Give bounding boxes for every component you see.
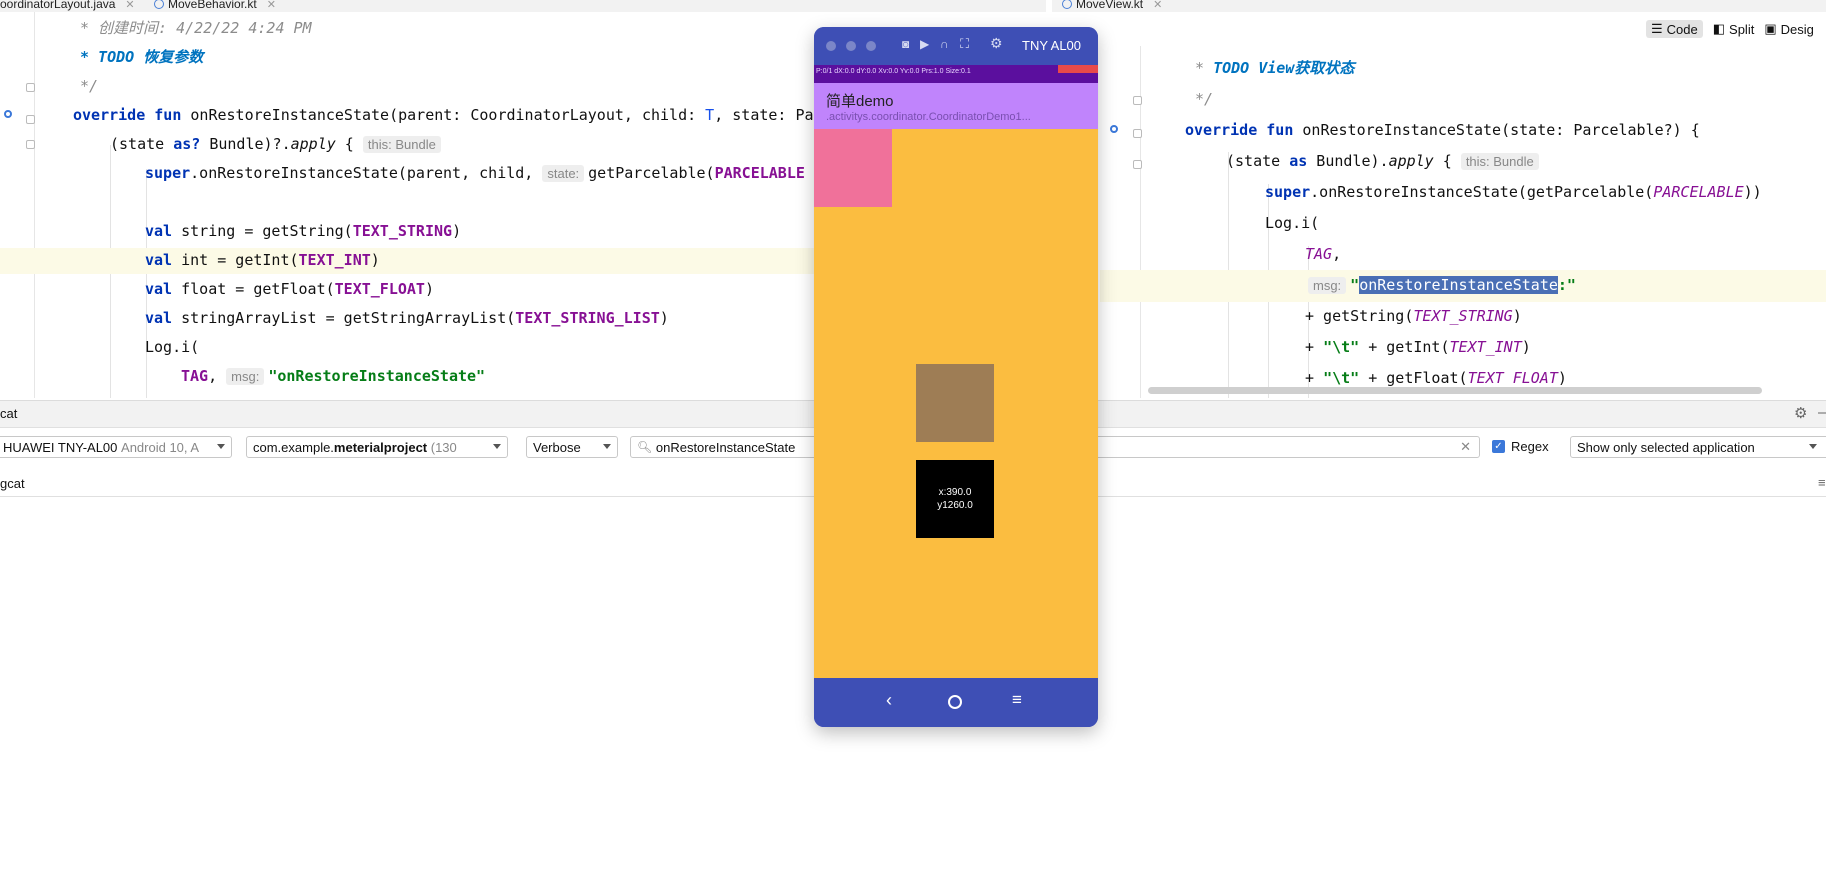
code-line: Log.i( (145, 338, 200, 356)
code-line: */ (80, 77, 99, 95)
code-line: * 创建时间: 4/22/22 4:24 PM (80, 19, 312, 37)
panel-title: cat (0, 406, 18, 421)
code-line: * TODO 恢复参数 (80, 48, 204, 66)
coordinator-content[interactable]: x:390.0 y1260.0 (814, 129, 1098, 678)
app-bar: 简单demo .activitys.coordinator.Coordinato… (814, 83, 1098, 129)
override-marker-icon[interactable] (1110, 125, 1118, 133)
design-mode-icon: ▣ (1764, 21, 1777, 36)
code-line: (state as Bundle).apply { this: Bundle (1226, 150, 1543, 172)
horizontal-scrollbar[interactable] (1148, 387, 1762, 394)
code-line: * TODO View获取状态 (1195, 59, 1355, 77)
logcat-tab[interactable]: gcat (0, 476, 25, 491)
more-icon[interactable]: ≡ (1818, 475, 1826, 490)
code-line: + getString(TEXT_STRING) (1305, 307, 1522, 325)
clear-search-icon[interactable]: ✕ (1460, 439, 1471, 455)
package-dropdown[interactable]: com.example. meterialproject (130 (246, 436, 508, 458)
regex-checkbox[interactable]: ✓ Regex (1492, 439, 1549, 454)
inlay-hint: this: Bundle (362, 136, 441, 153)
fold-icon[interactable] (26, 115, 35, 124)
menu-icon[interactable]: ≡ (1012, 690, 1022, 710)
chevron-down-icon (217, 444, 225, 449)
inlay-hint: msg: (226, 368, 265, 385)
pointer-location-bar: P:0/1 dX:0.0 dY:0.0 Xv:0.0 Yv:0.0 Prs:1.… (814, 65, 1098, 83)
minimize-icon[interactable]: – (1818, 404, 1826, 421)
selected-text: onRestoreInstanceState (1359, 276, 1558, 294)
window-dot[interactable] (846, 41, 856, 51)
camera-icon[interactable]: ◙ (902, 37, 909, 51)
code-mode-icon: ☰ (1651, 21, 1663, 36)
draggable-black-box[interactable]: x:390.0 y1260.0 (916, 460, 994, 538)
close-icon[interactable]: ✕ (267, 0, 276, 11)
device-dropdown[interactable]: HUAWEI TNY-AL00 Android 10, A (0, 436, 232, 458)
filter-dropdown[interactable]: Show only selected application (1570, 436, 1826, 458)
headphones-icon[interactable]: ∩ (940, 37, 949, 51)
left-editor-tab-bar: oordinatorLayout.java ✕ MoveBehavior.kt ✕ (0, 0, 1046, 12)
video-icon[interactable]: ▶ (920, 37, 929, 51)
gear-icon[interactable]: ⚙ (1794, 404, 1807, 422)
code-line: + "\t" + getFloat(TEXT FLOAT) (1305, 369, 1567, 387)
device-name: TNY AL00 (1022, 38, 1082, 53)
home-icon[interactable] (948, 695, 962, 709)
coordinate-x: x:390.0 (938, 487, 972, 498)
code-line: TAG, (1305, 245, 1342, 263)
tab-coordinatorlayout-java[interactable]: oordinatorLayout.java ✕ (0, 0, 135, 12)
inlay-hint: this: Bundle (1460, 153, 1539, 170)
log-level-dropdown[interactable]: Verbose (526, 436, 618, 458)
code-line: super.onRestoreInstanceState(getParcelab… (1265, 183, 1762, 201)
code-line: msg: "onRestoreInstanceState:" (1308, 274, 1576, 296)
window-dot[interactable] (826, 41, 836, 51)
view-mode-toolbar: ☰ Code ◧ Split ▣ Desig (1646, 20, 1814, 38)
coordinate-y: y1260.0 (937, 500, 973, 511)
code-line: + "\t" + getInt(TEXT_INT) (1305, 338, 1531, 356)
tab-movebehavior-kt[interactable]: MoveBehavior.kt ✕ (154, 0, 276, 12)
code-line: val float = getFloat(TEXT_FLOAT) (145, 280, 434, 298)
tab-moveview-kt[interactable]: MoveView.kt ✕ (1062, 0, 1162, 12)
kotlin-file-icon (154, 0, 164, 9)
back-icon[interactable]: ‹ (886, 690, 892, 711)
chevron-down-icon (603, 444, 611, 449)
code-line: override fun onRestoreInstanceState(pare… (73, 106, 823, 124)
checkbox-checked-icon: ✓ (1492, 440, 1505, 453)
brown-box[interactable] (916, 364, 994, 442)
emulator-toolbar: ◙ ▶ ∩ ⛶ ⚙ TNY AL00 (814, 27, 1098, 65)
gear-icon[interactable]: ⚙ (990, 35, 1003, 52)
override-marker-icon[interactable] (4, 110, 12, 118)
code-line: val string = getString(TEXT_STRING) (145, 222, 462, 240)
chevron-down-icon (493, 444, 501, 449)
fold-icon[interactable] (1133, 129, 1142, 138)
code-line: val int = getInt(TEXT_INT) (145, 251, 380, 269)
split-mode-icon: ◧ (1712, 21, 1726, 36)
right-code-editor[interactable]: ☰ Code ◧ Split ▣ Desig * TODO View获取状态 */ o… (1100, 12, 1826, 398)
search-icon: 🔍︎ (637, 440, 653, 454)
code-line: Log.i( (1265, 214, 1320, 232)
code-line: val stringArrayList = getStringArrayList… (145, 309, 669, 327)
right-editor-tab-bar: MoveView.kt ✕ (1052, 0, 1826, 12)
app-title: 简单demo (826, 93, 894, 110)
fullscreen-icon[interactable]: ⛶ (960, 36, 969, 52)
close-icon[interactable]: ✕ (1153, 0, 1162, 11)
window-dot[interactable] (866, 41, 876, 51)
app-subtitle: .activitys.coordinator.CoordinatorDemo1.… (826, 111, 1031, 123)
emulator-window: ◙ ▶ ∩ ⛶ ⚙ TNY AL00 P:0/1 dX:0.0 dY:0.0 X… (814, 27, 1098, 727)
navigation-bar: ‹ ≡ (814, 678, 1098, 727)
code-line: (state as? Bundle)?.apply { this: Bundle (110, 133, 445, 155)
inlay-hint: msg: (1308, 277, 1347, 294)
inlay-hint: state: (542, 165, 585, 182)
code-line: super.onRestoreInstanceState(parent, chi… (145, 164, 805, 182)
fold-icon[interactable] (1133, 96, 1142, 105)
fold-icon[interactable] (1133, 160, 1142, 169)
split-mode-button[interactable]: ◧ Split (1713, 20, 1755, 38)
pink-box[interactable] (814, 129, 892, 207)
kotlin-file-icon (1062, 0, 1072, 9)
design-mode-button[interactable]: ▣ Desig (1764, 20, 1814, 38)
code-line: override fun onRestoreInstanceState(stat… (1185, 121, 1700, 139)
code-line: */ (1195, 90, 1214, 108)
chevron-down-icon (1809, 444, 1817, 449)
code-line: TAG, msg: "onRestoreInstanceState" (181, 367, 486, 385)
close-icon[interactable]: ✕ (125, 0, 134, 11)
fold-icon[interactable] (26, 140, 35, 149)
fold-icon[interactable] (26, 83, 35, 92)
code-mode-button[interactable]: ☰ Code (1646, 20, 1703, 38)
